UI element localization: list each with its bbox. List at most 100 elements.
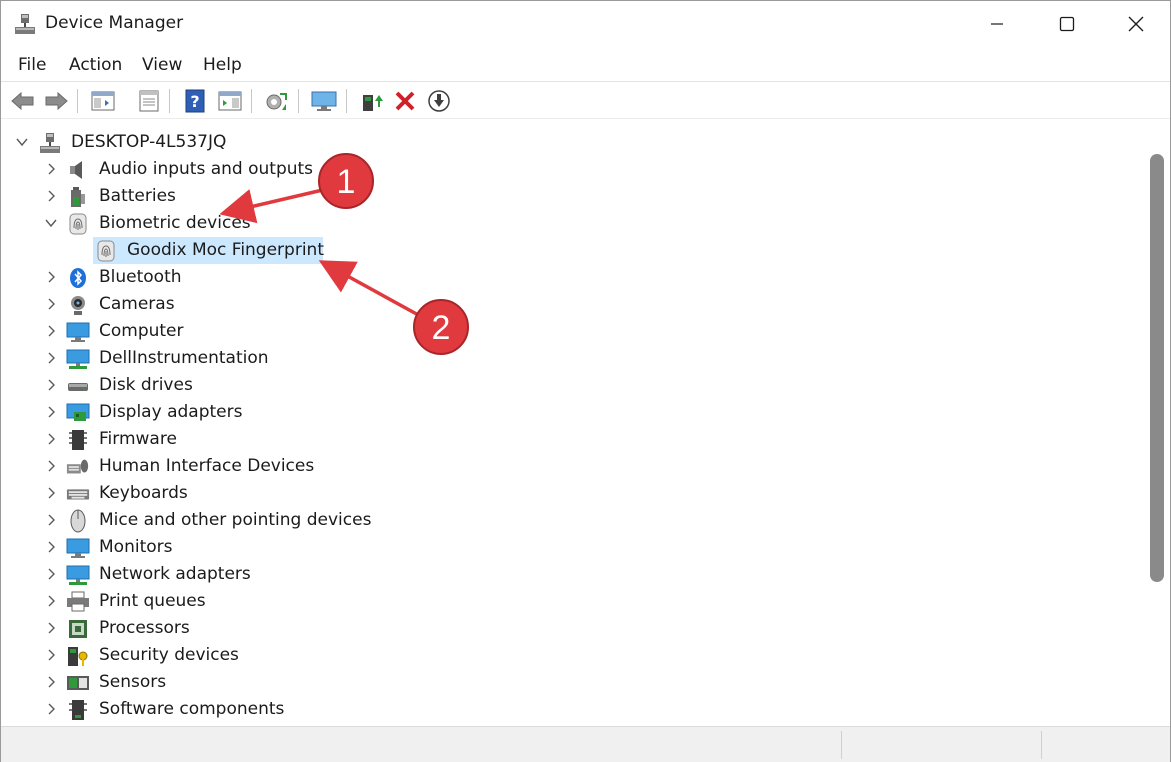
tree-item-computer[interactable]: Computer <box>3 318 1144 345</box>
tree-root-label: DESKTOP-4L537JQ <box>71 132 227 152</box>
tree-item-label: Software components <box>99 699 285 719</box>
chevron-down-icon[interactable] <box>44 216 58 230</box>
tree-item-software-components[interactable]: Software components <box>3 696 1144 723</box>
update-driver-icon[interactable] <box>358 88 386 114</box>
tree-item-bluetooth[interactable]: Bluetooth <box>3 264 1144 291</box>
uninstall-icon[interactable] <box>391 88 419 114</box>
tree-item-label: Network adapters <box>99 564 251 584</box>
network-adapter-icon <box>66 563 90 587</box>
minimize-button[interactable] <box>962 1 1032 47</box>
toolbar-separator <box>298 89 299 113</box>
tree-item-label: Security devices <box>99 645 239 665</box>
tree-item-label: Audio inputs and outputs <box>99 159 314 179</box>
menu-file[interactable]: File <box>18 55 46 75</box>
menu-action[interactable]: Action <box>69 55 122 75</box>
tree-item-monitors[interactable]: Monitors <box>3 534 1144 561</box>
chevron-right-icon[interactable] <box>44 513 58 527</box>
menu-help[interactable]: Help <box>203 55 242 75</box>
tree-item-label: Computer <box>99 321 184 341</box>
title-bar[interactable]: Device Manager <box>1 1 1170 47</box>
chevron-right-icon[interactable] <box>44 432 58 446</box>
chevron-right-icon[interactable] <box>44 648 58 662</box>
back-icon[interactable] <box>9 88 37 114</box>
scrollbar-thumb[interactable] <box>1150 154 1164 582</box>
scan-hardware-icon[interactable] <box>263 88 291 114</box>
chevron-right-icon[interactable] <box>44 621 58 635</box>
download-icon[interactable] <box>425 88 453 114</box>
chevron-right-icon[interactable] <box>44 702 58 716</box>
keyboard-icon <box>66 482 90 506</box>
tree-item-label: Sensors <box>99 672 167 692</box>
properties-icon[interactable] <box>135 88 163 114</box>
chevron-right-icon[interactable] <box>44 486 58 500</box>
maximize-button[interactable] <box>1032 1 1102 47</box>
processor-icon <box>66 617 90 641</box>
tree-item-batteries[interactable]: Batteries <box>3 183 1144 210</box>
tree-item-label: Human Interface Devices <box>99 456 315 476</box>
tree-item-label: Goodix Moc Fingerprint <box>127 240 324 260</box>
chevron-right-icon[interactable] <box>44 351 58 365</box>
tree-item-print-queues[interactable]: Print queues <box>3 588 1144 615</box>
fingerprint-icon <box>94 239 118 263</box>
tree-item-label: Mice and other pointing devices <box>99 510 372 530</box>
tree-item-keyboards[interactable]: Keyboards <box>3 480 1144 507</box>
close-button[interactable] <box>1101 1 1171 47</box>
tree-item-mice-and-other-pointing-devices[interactable]: Mice and other pointing devices <box>3 507 1144 534</box>
monitor-icon[interactable] <box>310 88 338 114</box>
display-adapter-icon <box>66 401 90 425</box>
toolbar-separator <box>169 89 170 113</box>
tree-item-network-adapters[interactable]: Network adapters <box>3 561 1144 588</box>
toolbar-separator <box>251 89 252 113</box>
tree-item-processors[interactable]: Processors <box>3 615 1144 642</box>
chevron-right-icon[interactable] <box>44 540 58 554</box>
computer-tower-icon <box>38 131 62 155</box>
bluetooth-icon <box>66 266 90 290</box>
device-manager-window: Device Manager File Action View Help ? D… <box>0 0 1171 762</box>
show-hide-console-tree-icon[interactable] <box>89 88 117 114</box>
menu-bar: File Action View Help <box>1 48 1170 82</box>
chevron-down-icon[interactable] <box>15 135 29 149</box>
chevron-right-icon[interactable] <box>44 675 58 689</box>
tree-item-security-devices[interactable]: Security devices <box>3 642 1144 669</box>
chevron-right-icon[interactable] <box>44 324 58 338</box>
tree-item-display-adapters[interactable]: Display adapters <box>3 399 1144 426</box>
status-bar <box>1 726 1170 762</box>
action-pane-icon[interactable] <box>216 88 244 114</box>
tree-item-label: Display adapters <box>99 402 243 422</box>
tree-item-human-interface-devices[interactable]: Human Interface Devices <box>3 453 1144 480</box>
tree-item-label: DellInstrumentation <box>99 348 269 368</box>
chevron-right-icon[interactable] <box>44 405 58 419</box>
tree-item-label: Keyboards <box>99 483 188 503</box>
toolbar-separator <box>346 89 347 113</box>
tree-item-label: Batteries <box>99 186 176 206</box>
chevron-right-icon[interactable] <box>44 270 58 284</box>
tree-item-cameras[interactable]: Cameras <box>3 291 1144 318</box>
security-key-icon <box>66 644 90 668</box>
tree-item-disk-drives[interactable]: Disk drives <box>3 372 1144 399</box>
help-icon[interactable]: ? <box>181 88 209 114</box>
fingerprint-icon <box>66 212 90 236</box>
chevron-right-icon[interactable] <box>44 162 58 176</box>
chevron-right-icon[interactable] <box>44 378 58 392</box>
tree-item-biometric-devices[interactable]: Biometric devices <box>3 210 1144 237</box>
svg-text:?: ? <box>190 92 199 111</box>
tree-item-firmware[interactable]: Firmware <box>3 426 1144 453</box>
tree-item-label: Disk drives <box>99 375 193 395</box>
chevron-right-icon[interactable] <box>44 189 58 203</box>
device-tree[interactable]: DESKTOP-4L537JQ Audio inputs and outputs… <box>3 127 1144 725</box>
chevron-right-icon[interactable] <box>44 594 58 608</box>
forward-icon[interactable] <box>42 88 70 114</box>
chevron-right-icon[interactable] <box>44 567 58 581</box>
tree-item-goodix-moc-fingerprint[interactable]: Goodix Moc Fingerprint <box>3 237 1144 264</box>
tree-item-sensors[interactable]: Sensors <box>3 669 1144 696</box>
tree-root-row[interactable]: DESKTOP-4L537JQ <box>3 129 1144 156</box>
chevron-right-icon[interactable] <box>44 459 58 473</box>
tree-item-audio-inputs-and-outputs[interactable]: Audio inputs and outputs <box>3 156 1144 183</box>
tree-item-label: Cameras <box>99 294 175 314</box>
tree-item-dellinstrumentation[interactable]: DellInstrumentation <box>3 345 1144 372</box>
chevron-right-icon[interactable] <box>44 297 58 311</box>
status-separator <box>1041 731 1042 759</box>
menu-view[interactable]: View <box>142 55 182 75</box>
toolbar: ? <box>1 83 1170 119</box>
speaker-icon <box>66 158 90 182</box>
